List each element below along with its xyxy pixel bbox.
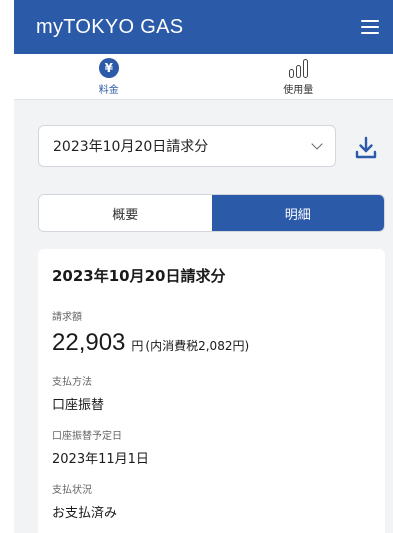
- billing-period-value: 2023年10月20日請求分: [53, 139, 209, 155]
- tab-charges[interactable]: ¥ 料金: [14, 54, 204, 99]
- left-margin: [0, 0, 14, 533]
- app-frame: myTOKYO GAS ¥ 料金 使用量 2023年10月20日請求分 概要 明…: [14, 0, 393, 533]
- bottom-nav-tabs: ¥ 料金 使用量: [14, 54, 393, 100]
- bar-chart-icon: [288, 58, 308, 78]
- tab-usage[interactable]: 使用量: [204, 54, 393, 99]
- segment-detail[interactable]: 明細: [211, 195, 384, 231]
- brand-logo[interactable]: myTOKYO GAS: [36, 16, 183, 39]
- tab-usage-label: 使用量: [283, 84, 314, 96]
- transfer-date-label: 口座振替予定日: [52, 431, 122, 442]
- tab-charges-label: 料金: [98, 84, 119, 96]
- tax-amount: (内消費税2,082円): [145, 339, 250, 353]
- card-title: 2023年10月20日請求分: [52, 267, 226, 285]
- billing-period-select[interactable]: 2023年10月20日請求分: [38, 125, 336, 167]
- billing-amount-label: 請求額: [52, 312, 82, 323]
- chevron-down-icon: [311, 138, 323, 150]
- payment-method-label: 支払方法: [52, 377, 92, 388]
- segment-overview[interactable]: 概要: [39, 195, 212, 231]
- hamburger-menu-icon[interactable]: [361, 20, 379, 34]
- billing-amount-row: 22,903 円 (内消費税2,082円): [52, 329, 371, 357]
- billing-detail-card: 2023年10月20日請求分 請求額 22,903 円 (内消費税2,082円)…: [38, 249, 385, 533]
- payment-status-label: 支払状況: [52, 485, 92, 496]
- yen-icon: ¥: [98, 57, 119, 78]
- transfer-date-value: 2023年11月1日: [52, 452, 149, 467]
- payment-method-value: 口座振替: [52, 398, 105, 413]
- billing-amount-unit: 円: [131, 339, 144, 353]
- view-segmented-control: 概要 明細: [38, 194, 385, 232]
- billing-amount: 22,903: [52, 329, 126, 356]
- payment-status-value: お支払済み: [52, 506, 118, 521]
- download-icon[interactable]: [354, 136, 378, 160]
- app-header: myTOKYO GAS: [14, 0, 393, 54]
